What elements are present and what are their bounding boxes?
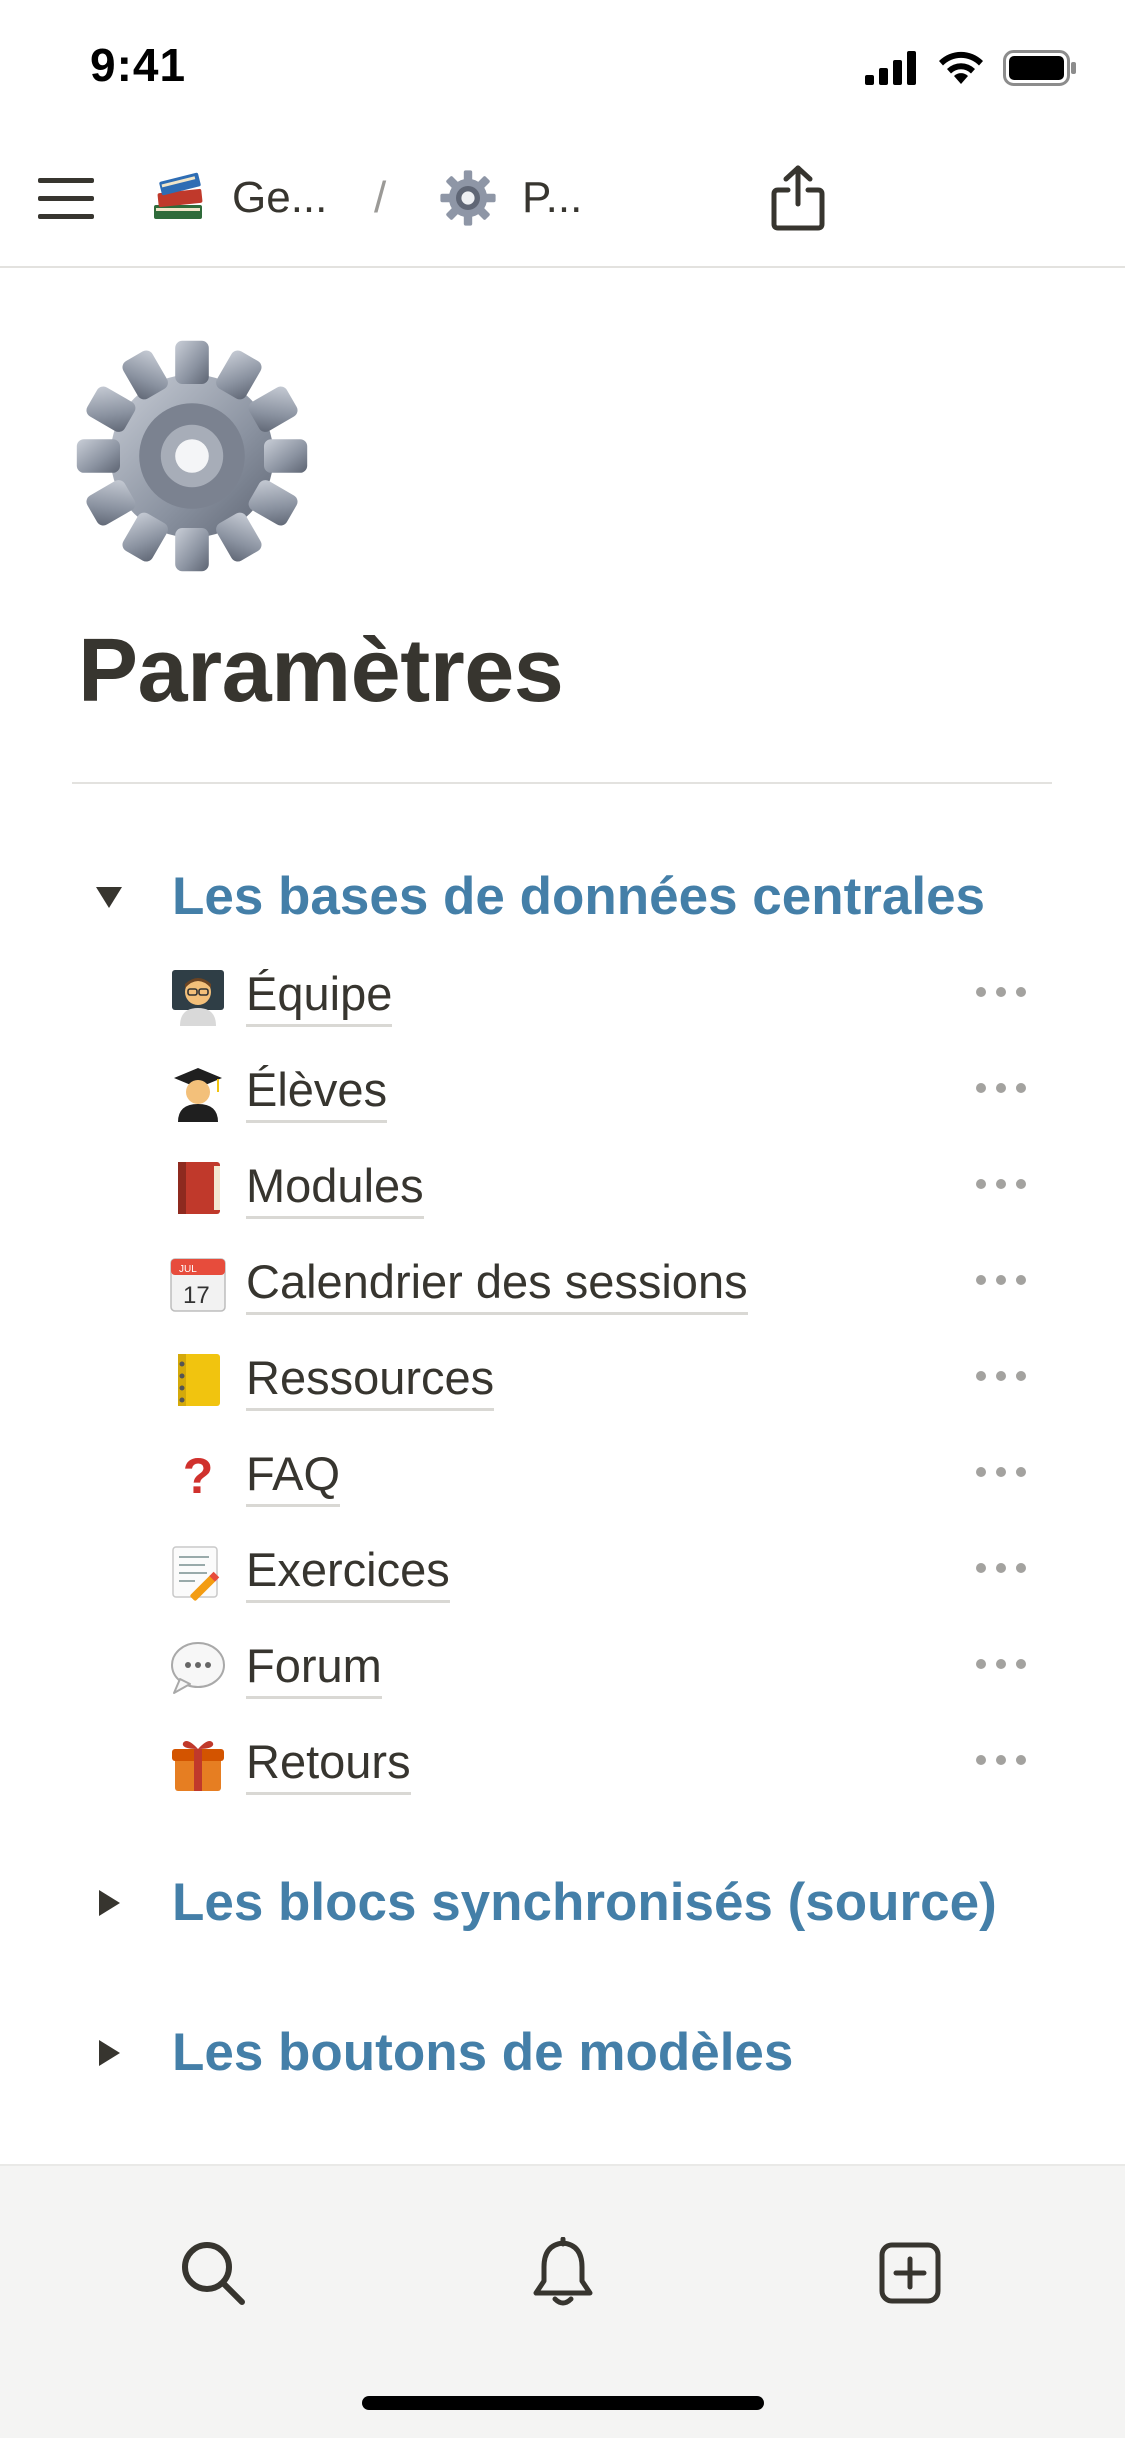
list-item-retours[interactable]: Retours <box>166 1724 1046 1804</box>
list-item-label: FAQ <box>246 1446 341 1507</box>
toggle-collapsed-icon[interactable] <box>92 1886 126 1920</box>
list-item-forum[interactable]: Forum <box>166 1628 1046 1708</box>
breadcrumb-item-current[interactable]: P... <box>438 166 582 230</box>
toggle-label: Les boutons de modèles <box>172 2023 794 2082</box>
gear-icon <box>76 340 308 572</box>
list-item-equipe[interactable]: Équipe <box>166 956 1046 1036</box>
status-time: 9:41 <box>90 39 187 91</box>
list-item-exercices[interactable]: Exercices <box>166 1532 1046 1612</box>
toggle-expanded-icon[interactable] <box>92 880 126 914</box>
list-item-label: Ressources <box>246 1350 495 1411</box>
toggle-bases-de-donnees[interactable]: Les bases de données centrales <box>92 866 985 927</box>
more-options-icon[interactable] <box>976 1174 1026 1194</box>
cellular-signal-icon <box>865 51 916 85</box>
toggle-blocs-synchronises[interactable]: Les blocs synchronisés (source) <box>92 1872 997 1933</box>
toggle-collapsed-icon[interactable] <box>92 2036 126 2070</box>
status-bar: 9:41 <box>0 0 1125 130</box>
more-options-icon[interactable] <box>976 982 1026 1002</box>
question-icon: ? <box>182 1448 214 1504</box>
svg-text:17: 17 <box>183 1282 210 1309</box>
list-item-label: Exercices <box>246 1542 450 1603</box>
calendar-icon: JUL 17 <box>166 1252 230 1316</box>
notebook-icon <box>166 1348 230 1412</box>
breadcrumb-label-current: P... <box>522 173 583 222</box>
memo-icon <box>166 1540 230 1604</box>
toggle-label: Les bases de données centrales <box>172 867 986 926</box>
list-item-eleves[interactable]: Élèves <box>166 1052 1046 1132</box>
list-item-faq[interactable]: ? FAQ <box>166 1436 1046 1516</box>
list-item-label: Élèves <box>246 1062 388 1123</box>
notifications-button[interactable] <box>518 2228 608 2318</box>
list-item-label: Calendrier des sessions <box>246 1254 748 1315</box>
more-options-icon[interactable] <box>976 1750 1026 1770</box>
list-item-modules[interactable]: Modules <box>166 1148 1046 1228</box>
teacher-icon <box>166 964 230 1028</box>
toggle-label: Les blocs synchronisés (source) <box>172 1873 997 1932</box>
toggle-boutons-de-modeles[interactable]: Les boutons de modèles <box>92 2022 793 2083</box>
svg-text:JUL: JUL <box>179 1264 197 1275</box>
books-icon <box>154 172 203 219</box>
share-icon <box>771 165 825 231</box>
breadcrumb-item-root[interactable]: Ge... <box>150 166 327 230</box>
share-button[interactable] <box>770 160 834 236</box>
breadcrumb-separator: / <box>374 173 387 222</box>
menu-button[interactable] <box>38 172 94 224</box>
search-button[interactable] <box>168 2228 258 2318</box>
list-item-label: Équipe <box>246 966 393 1027</box>
student-icon <box>166 1060 230 1124</box>
wifi-icon <box>939 51 983 84</box>
gift-icon <box>166 1732 230 1796</box>
bell-icon <box>533 2237 593 2306</box>
more-options-icon[interactable] <box>976 1078 1026 1098</box>
battery-icon <box>1003 50 1076 86</box>
list-item-calendrier[interactable]: JUL 17 Calendrier des sessions <box>166 1244 1046 1324</box>
more-options-icon[interactable] <box>976 1366 1026 1386</box>
home-indicator <box>362 2396 764 2410</box>
red-book-icon <box>166 1156 230 1220</box>
new-page-button[interactable] <box>865 2228 955 2318</box>
list-item-label: Retours <box>246 1734 411 1795</box>
hamburger-icon <box>38 178 94 219</box>
list-item-ressources[interactable]: Ressources <box>166 1340 1046 1420</box>
breadcrumb-label-root: Ge... <box>232 173 328 222</box>
more-options-icon[interactable] <box>976 1654 1026 1674</box>
gear-icon <box>440 170 496 226</box>
page-title: Paramètres <box>78 621 564 721</box>
list-item-label: Forum <box>246 1638 382 1699</box>
more-options-icon[interactable] <box>976 1462 1026 1482</box>
add-page-icon <box>879 2242 941 2304</box>
search-icon <box>182 2242 245 2305</box>
speech-bubble-icon <box>166 1636 230 1700</box>
status-icons <box>865 50 1077 86</box>
top-navbar: Ge... / P... <box>0 130 1125 268</box>
title-divider <box>72 782 1052 784</box>
more-options-icon[interactable] <box>976 1270 1026 1290</box>
page-icon[interactable] <box>72 336 312 576</box>
more-options-icon[interactable] <box>976 1558 1026 1578</box>
list-item-label: Modules <box>246 1158 424 1219</box>
